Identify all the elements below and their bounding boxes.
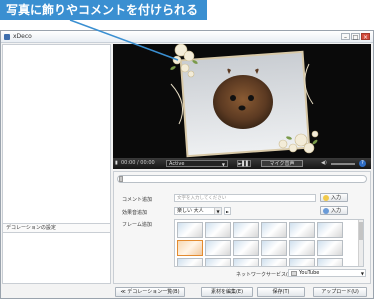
time-display: 00:00 / 00:00 — [121, 160, 155, 166]
bottom-toolbar: ≪ デコレーション一覧(B) 素材を編集(E) 保存(T) アップロード(U) — [113, 286, 371, 298]
sound-effect-value: 楽しい 大人 — [177, 208, 204, 214]
frame-thumb[interactable] — [317, 240, 343, 256]
mic-record-button[interactable]: マイク音声 — [261, 160, 303, 167]
player-controls: ▮ 00:00 / 00:00 Active ▼ ►▌▌ マイク音声 ◀) ? — [113, 158, 371, 169]
frame-thumb[interactable] — [177, 222, 203, 238]
chevron-down-icon: ▼ — [221, 162, 225, 167]
window-controls: – □ × — [341, 33, 370, 41]
frame-thumb[interactable] — [205, 258, 231, 266]
frame-thumb[interactable] — [289, 240, 315, 256]
youtube-icon — [291, 271, 297, 276]
frame-scrollbar[interactable] — [358, 220, 363, 266]
frame-thumb[interactable] — [233, 222, 259, 238]
help-icon[interactable]: ? — [359, 160, 366, 167]
frame-label: フレーム追加 — [122, 222, 152, 228]
mode-dropdown-value: Active — [169, 161, 185, 167]
frame-thumb[interactable] — [261, 258, 287, 266]
frame-thumb[interactable] — [317, 222, 343, 238]
effect-enter-label: 入力 — [331, 208, 342, 214]
network-service-value: YouTube — [299, 270, 320, 276]
callout-caption: 写真に飾りやコメントを付けられる — [0, 0, 210, 20]
minimize-button[interactable]: – — [341, 33, 350, 41]
comment-input[interactable]: 文字を入力してください — [174, 194, 316, 202]
edit-material-button[interactable]: 素材を編集(E) — [201, 287, 253, 297]
sound-preview-button[interactable]: ► — [224, 207, 231, 215]
preview-player: ▮ 00:00 / 00:00 Active ▼ ►▌▌ マイク音声 ◀) ? — [113, 44, 371, 169]
window-title: xDeco — [13, 33, 32, 40]
volume-slider[interactable] — [331, 163, 355, 165]
frame-thumb[interactable] — [289, 258, 315, 266]
comment-enter-label: 入力 — [331, 195, 342, 201]
frame-thumb[interactable] — [317, 258, 343, 266]
mode-dropdown[interactable]: Active ▼ — [166, 160, 228, 167]
comment-enter-button[interactable]: 入力 — [320, 193, 348, 202]
frame-thumb-selected[interactable] — [177, 240, 203, 256]
scrollbar-thumb[interactable] — [359, 222, 363, 240]
play-icon[interactable]: ▮ — [115, 160, 120, 167]
media-list-pane[interactable]: デコレーションの設定 — [2, 44, 111, 284]
frame-thumb[interactable] — [289, 222, 315, 238]
sound-effect-select[interactable]: 楽しい 大人 ▼ — [174, 207, 222, 215]
volume-icon[interactable]: ◀) — [321, 160, 327, 167]
comment-label: コメント追加 — [122, 197, 153, 203]
frame-thumb[interactable] — [233, 240, 259, 256]
preview-image — [169, 44, 319, 158]
app-window: xDeco – □ × デコレーションの設定 ▮ 00:00 / 00:00 A… — [0, 30, 374, 299]
frame-thumb[interactable] — [205, 222, 231, 238]
frame-thumb[interactable] — [261, 240, 287, 256]
save-button[interactable]: 保存(T) — [257, 287, 305, 297]
app-icon — [4, 34, 10, 40]
effect-enter-button[interactable]: 入力 — [320, 206, 348, 215]
frame-thumb[interactable] — [205, 240, 231, 256]
note-icon — [323, 208, 329, 214]
chevron-down-icon: ▼ — [360, 271, 364, 276]
back-to-list-button[interactable]: ≪ デコレーション一覧(B) — [115, 287, 185, 297]
frame-thumb[interactable] — [233, 258, 259, 266]
title-bar: xDeco – □ × — [1, 31, 373, 43]
frame-thumb[interactable] — [261, 222, 287, 238]
frame-thumb[interactable] — [177, 258, 203, 266]
timeline-handle[interactable] — [119, 176, 123, 182]
decoration-settings-header: デコレーションの設定 — [3, 223, 110, 233]
network-service-select[interactable]: YouTube ▼ — [288, 269, 366, 277]
timeline-bar[interactable] — [117, 175, 367, 183]
smiley-icon — [323, 195, 329, 201]
chevron-down-icon: ▼ — [214, 208, 221, 214]
effect-label: 効果音追加 — [122, 210, 148, 216]
upload-button[interactable]: アップロード(U) — [313, 287, 367, 297]
close-button[interactable]: × — [361, 33, 370, 41]
decoration-panel: コメント追加 文字を入力してください 入力 効果音追加 楽しい 大人 ▼ ► 入… — [113, 171, 371, 284]
frame-gallery[interactable] — [174, 219, 364, 267]
maximize-button[interactable]: □ — [351, 33, 360, 41]
network-service-label: ネットワークサービス(N) — [236, 272, 294, 278]
play-pause-button[interactable]: ►▌▌ — [237, 160, 251, 167]
